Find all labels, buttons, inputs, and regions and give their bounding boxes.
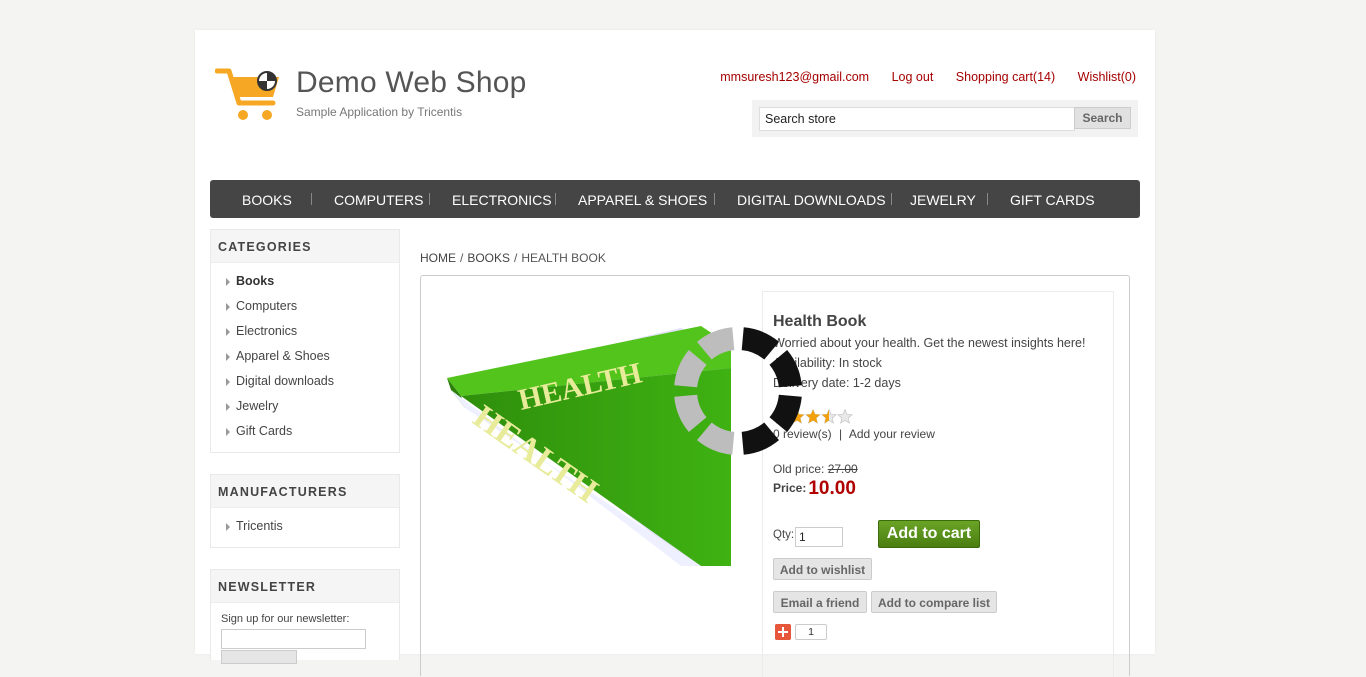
plus-share-icon[interactable] [775,624,791,640]
category-item-apparel-shoes[interactable]: Apparel & Shoes [211,344,399,369]
menu-item-gift-cards[interactable]: GIFT CARDS [1010,180,1095,218]
breadcrumb-books[interactable]: BOOKS [467,251,510,265]
add-to-wishlist-button[interactable]: Add to wishlist [773,558,872,580]
page-container: Demo Web Shop Sample Application by Tric… [195,30,1155,677]
reviews-separator: | [839,427,843,441]
price: Price: 10.00 [773,478,856,500]
menu-item-books[interactable]: BOOKS [242,180,292,218]
categories-block: CATEGORIES Books Computers Electronics A… [210,229,400,453]
spinner-segment [674,394,707,432]
manufacturers-block: MANUFACTURERS Tricentis [210,474,400,548]
shopping-cart-logo-icon[interactable] [215,67,285,127]
breadcrumb-home[interactable]: HOME [420,251,456,265]
arrow-right-icon [226,353,230,361]
manufacturer-item-tricentis[interactable]: Tricentis [211,514,399,539]
site-title[interactable]: Demo Web Shop [296,66,527,100]
top-menu: BOOKS COMPUTERS ELECTRONICS APPAREL & SH… [210,180,1140,218]
star-fill-icon [805,409,821,424]
price-value: 10.00 [808,478,856,499]
logout-link[interactable]: Log out [892,70,934,84]
header-links: mmsuresh123@gmail.com Log out Shopping c… [701,70,1136,84]
category-item-jewelry[interactable]: Jewelry [211,394,399,419]
category-item-gift-cards[interactable]: Gift Cards [211,419,399,444]
menu-separator [555,193,556,205]
price-label: Price: [773,481,807,495]
arrow-right-icon [226,278,230,286]
menu-separator [429,193,430,205]
manufacturers-title: MANUFACTURERS [211,475,399,508]
email-friend-button[interactable]: Email a friend [773,591,867,613]
menu-item-jewelry[interactable]: JEWELRY [910,180,976,218]
category-item-books[interactable]: Books [211,269,399,294]
add-to-cart-button[interactable]: Add to cart [878,520,980,548]
spinner-segment [741,327,779,360]
category-item-electronics[interactable]: Electronics [211,319,399,344]
spinner-segment [697,422,735,455]
newsletter-label: Sign up for our newsletter: [221,613,350,625]
share-count: 1 [795,624,827,640]
arrow-right-icon [226,403,230,411]
site-subtitle: Sample Application by Tricentis [296,105,463,119]
old-price-value: 27.00 [827,462,858,476]
newsletter-title: NEWSLETTER [211,570,399,603]
search-box: Search [752,100,1138,137]
wishlist-link[interactable]: Wishlist(0) [1078,70,1136,84]
category-item-computers[interactable]: Computers [211,294,399,319]
menu-separator [987,193,988,205]
menu-separator [714,193,715,205]
newsletter-email-input[interactable] [221,629,366,649]
newsletter-subscribe-button[interactable] [221,650,297,664]
category-item-digital-downloads[interactable]: Digital downloads [211,369,399,394]
product-overview: Health Book Worried about your health. G… [762,291,1114,677]
menu-separator [311,193,312,205]
arrow-right-icon [226,428,230,436]
qty-input[interactable] [795,527,843,547]
arrow-right-icon [226,328,230,336]
search-input[interactable] [759,107,1075,131]
menu-item-computers[interactable]: COMPUTERS [334,180,423,218]
add-to-compare-button[interactable]: Add to compare list [871,591,997,613]
menu-item-digital-downloads[interactable]: DIGITAL DOWNLOADS [737,180,886,218]
shopping-cart-link[interactable]: Shopping cart(14) [956,70,1055,84]
menu-separator [891,193,892,205]
menu-item-electronics[interactable]: ELECTRONICS [452,180,552,218]
arrow-right-icon [226,303,230,311]
star-icon [837,409,853,424]
qty-label: Qty: [773,529,795,541]
search-button[interactable]: Search [1074,107,1131,129]
arrow-right-icon [226,378,230,386]
breadcrumb: HOME / BOOKS / HEALTH BOOK [420,251,606,265]
spinner-segment [674,350,707,388]
spinner-segment [769,394,802,432]
spinner-segment [769,350,802,388]
loading-spinner-icon [674,327,802,455]
newsletter-block: NEWSLETTER Sign up for our newsletter: [210,569,400,664]
spinner-segment [697,327,735,360]
product-short-description: Worried about your health. Get the newes… [773,336,1086,350]
categories-title: CATEGORIES [211,230,399,263]
spinner-segment [741,422,779,455]
old-price: Old price: 27.00 [773,462,858,476]
breadcrumb-current: HEALTH BOOK [521,251,606,265]
add-review-link[interactable]: Add your review [849,427,935,441]
arrow-right-icon [226,523,230,531]
account-link[interactable]: mmsuresh123@gmail.com [720,70,869,84]
menu-item-apparel-shoes[interactable]: APPAREL & SHOES [578,180,707,218]
old-price-label: Old price: [773,462,825,476]
